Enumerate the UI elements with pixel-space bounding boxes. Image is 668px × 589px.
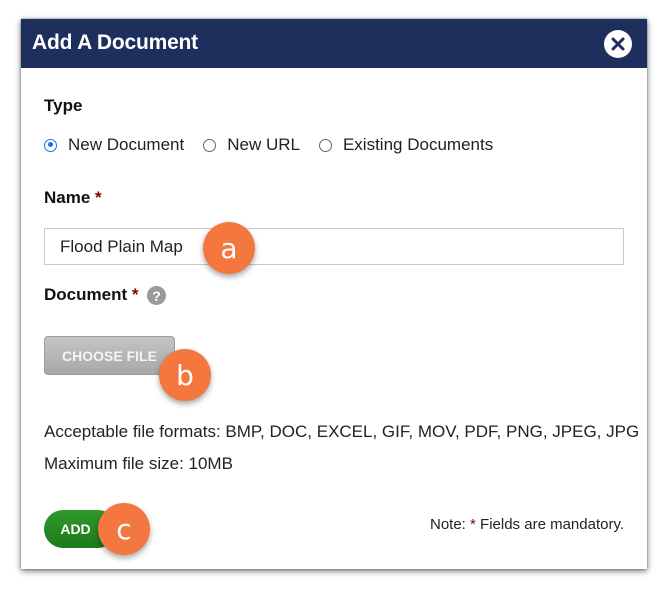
acceptable-formats-text: Acceptable file formats: BMP, DOC, EXCEL…: [44, 422, 640, 441]
dialog-titlebar: Add A Document: [21, 19, 647, 68]
name-label: Name *: [44, 188, 102, 208]
document-label: Document *: [44, 285, 138, 305]
required-asterisk: *: [95, 188, 102, 207]
radio-label-new-document: New Document: [68, 135, 185, 154]
dialog-title: Add A Document: [32, 31, 198, 54]
add-document-dialog: Add A Document Type New Document New URL…: [21, 19, 647, 569]
document-label-text: Document: [44, 285, 128, 304]
note-prefix: Note:: [430, 516, 466, 533]
name-input[interactable]: Flood Plain Map: [44, 228, 624, 265]
radio-label-new-url: New URL: [227, 135, 300, 154]
callout-badge-b: b: [159, 349, 211, 401]
choose-file-button[interactable]: CHOOSE FILE: [44, 336, 175, 375]
radio-existing-documents[interactable]: Existing Documents: [318, 135, 494, 155]
type-label: Type: [44, 96, 83, 115]
required-asterisk: *: [131, 285, 139, 304]
radio-label-existing-documents: Existing Documents: [342, 135, 494, 154]
callout-badge-c: c: [98, 503, 150, 555]
radio-button[interactable]: [318, 138, 332, 152]
radio-button-selected[interactable]: [44, 138, 57, 152]
type-radio-group: New Document New URL Existing Documents: [44, 135, 512, 155]
close-icon: [611, 37, 625, 51]
radio-new-document[interactable]: New Document: [44, 135, 184, 155]
callout-badge-a: a: [203, 222, 255, 274]
note-suffix: Fields are mandatory.: [480, 516, 624, 533]
radio-new-url[interactable]: New URL: [203, 135, 300, 155]
close-button[interactable]: [604, 30, 632, 58]
question-circle-icon[interactable]: ?: [147, 286, 166, 305]
max-file-size-text: Maximum file size: 10MB: [44, 454, 233, 473]
radio-button[interactable]: [203, 138, 217, 152]
mandatory-note: Note: * Fields are mandatory.: [430, 516, 624, 533]
name-label-text: Name: [44, 188, 91, 207]
required-asterisk: *: [470, 516, 476, 533]
